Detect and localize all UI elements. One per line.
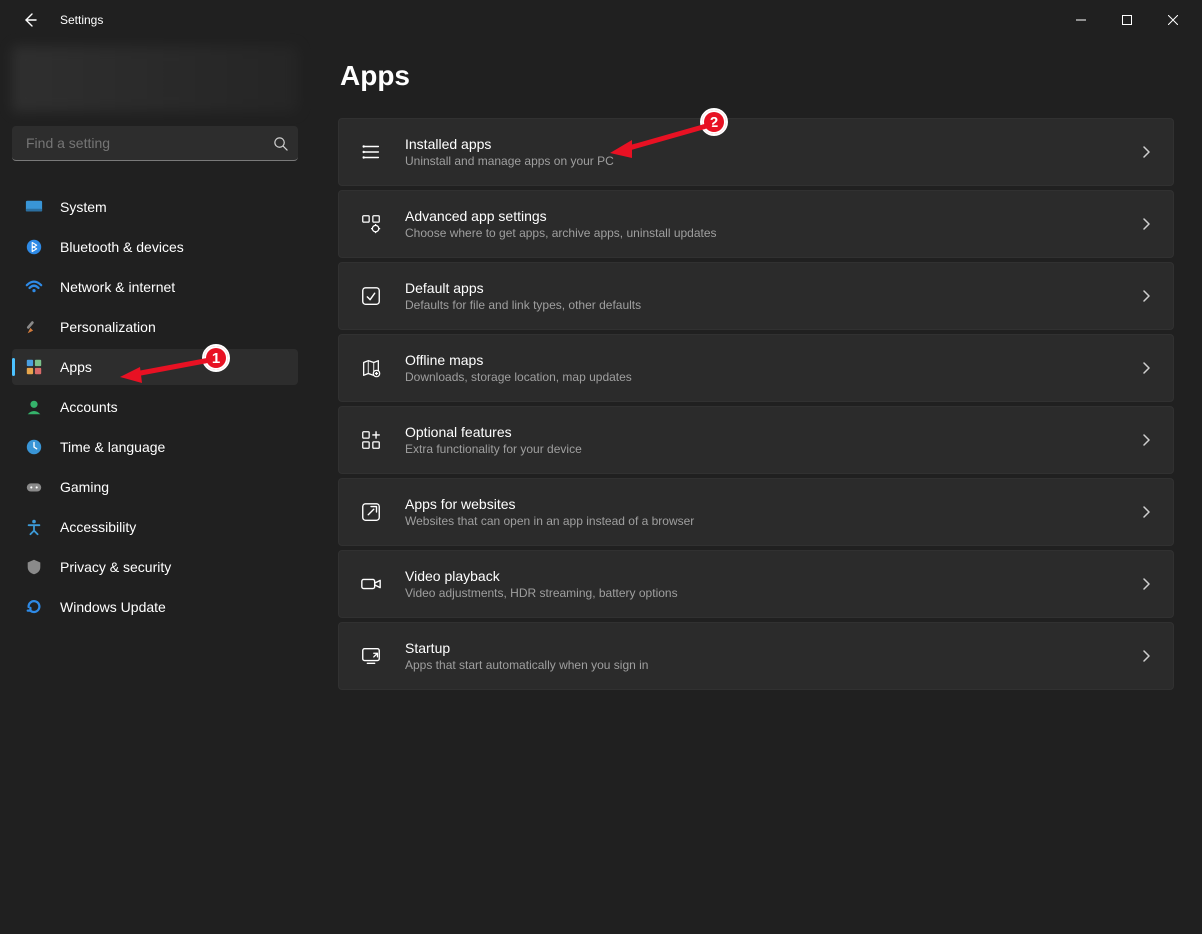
card-subtitle: Websites that can open in an app instead… [405, 514, 694, 528]
accessibility-icon [24, 517, 44, 537]
card-title: Installed apps [405, 136, 614, 152]
card-subtitle: Extra functionality for your device [405, 442, 582, 456]
chevron-right-icon [1139, 145, 1153, 159]
window-controls [1058, 4, 1196, 36]
window-title: Settings [60, 13, 103, 27]
chevron-right-icon [1139, 361, 1153, 375]
card-title: Startup [405, 640, 648, 656]
advanced-settings-icon [359, 212, 383, 236]
chevron-right-icon [1139, 505, 1153, 519]
sidebar: System Bluetooth & devices Network & int… [0, 40, 310, 934]
nav-list: System Bluetooth & devices Network & int… [12, 189, 298, 625]
card-subtitle: Downloads, storage location, map updates [405, 370, 632, 384]
card-video-playback[interactable]: Video playback Video adjustments, HDR st… [338, 550, 1174, 618]
sidebar-item-label: Time & language [60, 439, 165, 455]
card-installed-apps[interactable]: Installed apps Uninstall and manage apps… [338, 118, 1174, 186]
optional-features-icon [359, 428, 383, 452]
chevron-right-icon [1139, 289, 1153, 303]
chevron-right-icon [1139, 433, 1153, 447]
sidebar-item-accounts[interactable]: Accounts [12, 389, 298, 425]
minimize-icon [1076, 15, 1086, 25]
paintbrush-icon [24, 317, 44, 337]
card-subtitle: Video adjustments, HDR streaming, batter… [405, 586, 678, 600]
bluetooth-icon [24, 237, 44, 257]
card-title: Offline maps [405, 352, 632, 368]
minimize-button[interactable] [1058, 4, 1104, 36]
sidebar-item-bluetooth[interactable]: Bluetooth & devices [12, 229, 298, 265]
shield-icon [24, 557, 44, 577]
card-startup[interactable]: Startup Apps that start automatically wh… [338, 622, 1174, 690]
sidebar-item-label: Bluetooth & devices [60, 239, 184, 255]
search-box[interactable] [12, 126, 298, 161]
card-title: Default apps [405, 280, 641, 296]
sidebar-item-label: Network & internet [60, 279, 175, 295]
profile-area[interactable] [12, 46, 298, 112]
gaming-icon [24, 477, 44, 497]
card-subtitle: Choose where to get apps, archive apps, … [405, 226, 717, 240]
sidebar-item-label: Accounts [60, 399, 118, 415]
sidebar-item-label: Privacy & security [60, 559, 171, 575]
card-title: Optional features [405, 424, 582, 440]
installed-apps-icon [359, 140, 383, 164]
startup-icon [359, 644, 383, 668]
search-input[interactable] [24, 134, 273, 152]
system-icon [24, 197, 44, 217]
main-content: Apps Installed apps Uninstall and manage… [310, 40, 1202, 934]
card-title: Advanced app settings [405, 208, 717, 224]
sidebar-item-time-language[interactable]: Time & language [12, 429, 298, 465]
link-icon [359, 500, 383, 524]
card-optional-features[interactable]: Optional features Extra functionality fo… [338, 406, 1174, 474]
card-subtitle: Apps that start automatically when you s… [405, 658, 648, 672]
update-icon [24, 597, 44, 617]
card-advanced-app-settings[interactable]: Advanced app settings Choose where to ge… [338, 190, 1174, 258]
sidebar-item-system[interactable]: System [12, 189, 298, 225]
sidebar-item-label: Gaming [60, 479, 109, 495]
sidebar-item-label: Accessibility [60, 519, 136, 535]
sidebar-item-privacy[interactable]: Privacy & security [12, 549, 298, 585]
sidebar-item-label: System [60, 199, 107, 215]
back-button[interactable] [18, 8, 42, 32]
settings-list: Installed apps Uninstall and manage apps… [338, 118, 1174, 690]
annotation-badge-2: 2 [700, 108, 728, 136]
card-title: Apps for websites [405, 496, 694, 512]
sidebar-item-windows-update[interactable]: Windows Update [12, 589, 298, 625]
card-default-apps[interactable]: Default apps Defaults for file and link … [338, 262, 1174, 330]
sidebar-item-accessibility[interactable]: Accessibility [12, 509, 298, 545]
titlebar: Settings [0, 0, 1202, 40]
card-title: Video playback [405, 568, 678, 584]
sidebar-item-gaming[interactable]: Gaming [12, 469, 298, 505]
card-subtitle: Uninstall and manage apps on your PC [405, 154, 614, 168]
close-icon [1168, 15, 1178, 25]
card-apps-for-websites[interactable]: Apps for websites Websites that can open… [338, 478, 1174, 546]
accounts-icon [24, 397, 44, 417]
chevron-right-icon [1139, 649, 1153, 663]
card-subtitle: Defaults for file and link types, other … [405, 298, 641, 312]
map-icon [359, 356, 383, 380]
sidebar-item-label: Windows Update [60, 599, 166, 615]
annotation-badge-1: 1 [202, 344, 230, 372]
chevron-right-icon [1139, 217, 1153, 231]
maximize-icon [1122, 15, 1132, 25]
card-offline-maps[interactable]: Offline maps Downloads, storage location… [338, 334, 1174, 402]
page-title: Apps [340, 60, 1174, 92]
apps-icon [24, 357, 44, 377]
close-button[interactable] [1150, 4, 1196, 36]
chevron-right-icon [1139, 577, 1153, 591]
wifi-icon [24, 277, 44, 297]
search-icon [273, 136, 288, 151]
sidebar-item-label: Apps [60, 359, 92, 375]
default-apps-icon [359, 284, 383, 308]
sidebar-item-personalization[interactable]: Personalization [12, 309, 298, 345]
sidebar-item-network[interactable]: Network & internet [12, 269, 298, 305]
sidebar-item-apps[interactable]: Apps [12, 349, 298, 385]
video-icon [359, 572, 383, 596]
sidebar-item-label: Personalization [60, 319, 156, 335]
maximize-button[interactable] [1104, 4, 1150, 36]
back-arrow-icon [22, 12, 38, 28]
clock-icon [24, 437, 44, 457]
